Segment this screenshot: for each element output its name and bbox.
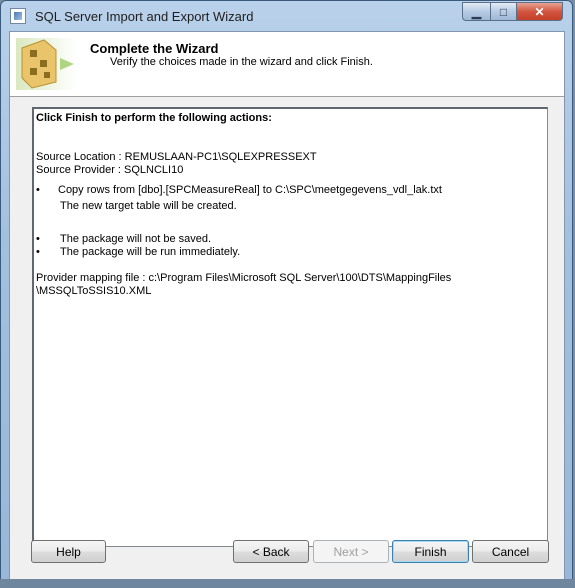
maximize-icon: □ bbox=[499, 4, 508, 19]
summary-textbox[interactable]: Click Finish to perform the following ac… bbox=[32, 107, 548, 547]
wizard-window: SQL Server Import and Export Wizard ▁ □ … bbox=[0, 0, 573, 586]
title-bar[interactable]: SQL Server Import and Export Wizard ▁ □ … bbox=[1, 1, 572, 31]
bullet-icon: • bbox=[36, 184, 40, 196]
report-heading: Click Finish to perform the following ac… bbox=[36, 112, 272, 124]
next-button[interactable]: Next > bbox=[313, 540, 389, 563]
wizard-graphic-icon bbox=[16, 38, 76, 90]
list-item: • Copy rows from [dbo].[SPCMeasureReal] … bbox=[36, 184, 442, 196]
app-icon bbox=[10, 8, 26, 24]
maximize-button[interactable]: □ bbox=[490, 2, 517, 21]
bullet-icon: • bbox=[36, 233, 40, 245]
window-title: SQL Server Import and Export Wizard bbox=[35, 9, 254, 24]
finish-button[interactable]: Finish bbox=[392, 540, 469, 563]
background-strip bbox=[0, 579, 575, 588]
bullet-icon: • bbox=[36, 246, 40, 258]
back-button[interactable]: < Back bbox=[233, 540, 309, 563]
minimize-icon: ▁ bbox=[471, 4, 482, 19]
list-item: • The package will be run immediately. bbox=[36, 246, 241, 258]
source-location: Source Location : REMUSLAAN-PC1\SQLEXPRE… bbox=[36, 151, 317, 163]
cancel-button[interactable]: Cancel bbox=[472, 540, 549, 563]
mapping-file: Provider mapping file : c:\Program Files… bbox=[36, 272, 452, 284]
wizard-header: Complete the Wizard Verify the choices m… bbox=[10, 32, 564, 97]
wizard-body: Complete the Wizard Verify the choices m… bbox=[9, 31, 565, 580]
page-title: Complete the Wizard bbox=[90, 41, 219, 56]
list-item: • The package will not be saved. bbox=[36, 233, 212, 245]
button-row: Help < Back Next > Finish Cancel bbox=[10, 532, 564, 580]
mapping-file-continued: \MSSQLToSSIS10.XML bbox=[36, 285, 152, 297]
close-button[interactable]: ✕ bbox=[516, 2, 563, 21]
close-icon: ✕ bbox=[534, 4, 545, 19]
source-provider: Source Provider : SQLNCLI10 bbox=[36, 164, 184, 176]
help-button[interactable]: Help bbox=[31, 540, 106, 563]
page-subtitle: Verify the choices made in the wizard an… bbox=[110, 56, 373, 68]
minimize-button[interactable]: ▁ bbox=[462, 2, 491, 21]
list-item-detail: The new target table will be created. bbox=[60, 200, 237, 212]
